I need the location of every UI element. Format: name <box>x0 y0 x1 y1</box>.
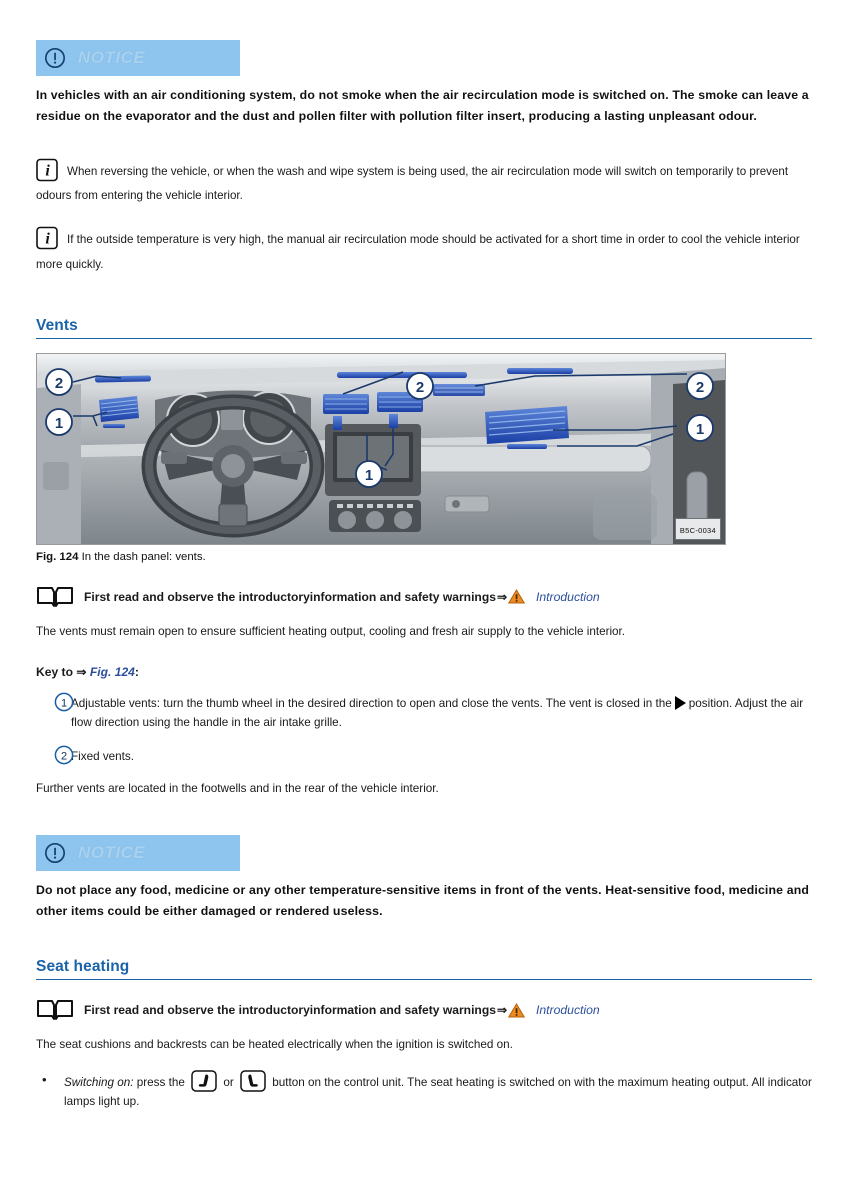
svg-text:1: 1 <box>55 415 63 432</box>
figure-caption-label: Fig. 124 <box>36 550 79 563</box>
notice-label-bottom: NOTICE <box>78 842 146 862</box>
figure-dash-panel-vents: 2 1 2 1 2 1 B5C-0034 <box>36 352 726 545</box>
notice-block-top: NOTICE In vehicles with an air condition… <box>36 40 812 128</box>
section-rule-vents <box>36 337 812 339</box>
vents-footer-paragraph: Further vents are located in the footwel… <box>36 782 439 796</box>
callout-circle-2-icon: 2 <box>54 745 74 765</box>
vents-section: Vents 2 1 2 1 2 1 B5C-0034 Fig. 124 In t… <box>36 317 812 799</box>
key-to-line: Key to ⇒ Fig. 124: <box>36 665 812 679</box>
svg-text:2: 2 <box>696 379 704 396</box>
bullet-text-before: press the <box>136 1076 185 1090</box>
document-page: NOTICE In vehicles with an air condition… <box>0 0 848 1200</box>
notice-header-top: NOTICE <box>36 40 240 76</box>
key-item-2: 2 Fixed vents. <box>36 745 812 766</box>
open-book-icon <box>37 586 73 607</box>
svg-text:2: 2 <box>416 379 424 396</box>
notice-body-top: In vehicles with an air conditioning sys… <box>36 88 809 124</box>
key-item-1-text-before: Adjustable vents: turn the thumb wheel i… <box>71 697 672 711</box>
section-heading-vents: Vents <box>36 316 78 334</box>
note-block-2: i If the outside temperature is very hig… <box>36 226 812 277</box>
note-1-text: When reversing the vehicle, or when the … <box>36 164 789 202</box>
warning-triangle-icon <box>508 1002 525 1018</box>
seat-heating-passenger-icon[interactable] <box>240 1070 266 1093</box>
bullet-conjunction: or <box>223 1076 234 1090</box>
section-rule-seat-heating <box>36 979 812 981</box>
figure-caption: Fig. 124 In the dash panel: vents. <box>36 551 812 563</box>
read-first-link[interactable]: Introduction <box>536 590 600 604</box>
exclamation-circle-icon <box>45 842 65 863</box>
bullet-emphasis: Switching on: <box>64 1076 134 1090</box>
key-to-figure-ref[interactable]: Fig. 124 <box>90 665 135 679</box>
seat-heating-driver-icon[interactable] <box>191 1070 217 1093</box>
read-first-seat-heating: First read and observe the introductoryi… <box>36 998 812 1022</box>
read-first-arrow: ⇒ <box>496 1003 507 1018</box>
svg-text:1: 1 <box>365 467 373 484</box>
dashboard-illustration: 2 1 2 1 2 1 <box>37 353 725 544</box>
read-first-arrow: ⇒ <box>496 589 507 604</box>
svg-text:1: 1 <box>696 421 704 438</box>
svg-text:i: i <box>45 231 50 248</box>
page-content: NOTICE In vehicles with an air condition… <box>36 40 812 1112</box>
warning-triangle-icon <box>508 589 525 604</box>
read-first-text: First read and observe the introductoryi… <box>84 1003 496 1018</box>
information-icon: i <box>36 158 58 181</box>
callout-circle-1-icon: 1 <box>54 692 74 712</box>
svg-text:1: 1 <box>61 697 67 709</box>
read-first-text: First read and observe the introductoryi… <box>84 589 496 604</box>
seat-heating-bullet: Switching on: press the or button on the… <box>36 1069 812 1112</box>
svg-text:2: 2 <box>61 750 67 762</box>
right-triangle-glyph-icon <box>674 696 686 711</box>
vents-intro-paragraph: The vents must remain open to ensure suf… <box>36 624 626 638</box>
figure-image-code: B5C-0034 <box>674 517 721 540</box>
key-to-colon: : <box>134 665 139 680</box>
svg-text:i: i <box>45 162 50 179</box>
notice-block-bottom: NOTICE Do not place any food, medicine o… <box>36 834 812 923</box>
seat-heating-intro-paragraph: The seat cushions and backrests can be h… <box>36 1038 513 1052</box>
key-item-1: 1 Adjustable vents: turn the thumb wheel… <box>36 692 812 732</box>
figure-caption-text: In the dash panel: vents. <box>81 550 206 563</box>
key-to-label: Key to <box>36 665 73 680</box>
information-icon: i <box>36 226 58 250</box>
read-first-link[interactable]: Introduction <box>536 1003 600 1017</box>
svg-text:2: 2 <box>55 375 63 392</box>
exclamation-circle-icon <box>45 48 65 68</box>
note-block-1: i When reversing the vehicle, or when th… <box>36 158 812 209</box>
notice-label-top: NOTICE <box>78 48 146 67</box>
seat-heating-section: Seat heating First read and observe the … <box>36 958 812 1112</box>
note-2-text: If the outside temperature is very high,… <box>36 233 800 271</box>
note-2: i If the outside temperature is very hig… <box>36 226 812 277</box>
notice-body-bottom: Do not place any food, medicine or any o… <box>36 882 810 918</box>
note-1: i When reversing the vehicle, or when th… <box>36 158 812 209</box>
read-first-vents: First read and observe the introductoryi… <box>36 585 812 609</box>
open-book-icon <box>37 1000 73 1021</box>
section-heading-seat-heating: Seat heating <box>36 958 130 976</box>
key-item-2-text: Fixed vents. <box>71 750 135 763</box>
notice-header-bottom: NOTICE <box>36 834 240 871</box>
key-to-arrow: ⇒ <box>76 665 87 680</box>
